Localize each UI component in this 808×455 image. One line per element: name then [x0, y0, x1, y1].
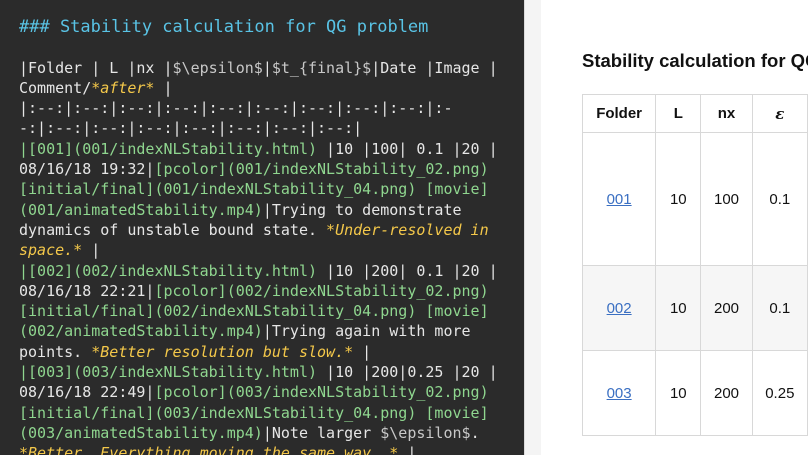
row-001-line: |[001](001/indexNLStability.html) |10 |1…: [19, 139, 514, 159]
row-values: |10 |200| 0.1 |20 |: [317, 261, 498, 280]
initial-final-link-003[interactable]: [initial/final](003/indexNLStability_04.…: [19, 403, 514, 423]
table-header-line: |Folder | L |nx |$\epsilon$|$t_{final}$|…: [19, 58, 514, 78]
row-comment: dynamics of unstable bound state.: [19, 220, 327, 239]
row-date: 08/16/18 22:21|: [19, 281, 155, 300]
column-header-epsilon: ε: [751, 94, 808, 133]
movie-link-002[interactable]: (002/animatedStability.mp4): [19, 322, 263, 340]
header-tfinal: $t_{final}$: [271, 58, 372, 77]
separator-line: -:|:--:|:--:|:--:|:--:|:--:|:--:|:--:|: [19, 119, 363, 138]
heading-line: ### Stability calculation for QG problem: [19, 17, 429, 37]
table-header-row: Folder L nx ε: [581, 94, 808, 133]
l-cell: 10: [655, 350, 702, 436]
folder-link[interactable]: 002: [607, 300, 632, 317]
header-part: |: [262, 58, 272, 77]
table-row: 003 10 200 0.25: [581, 350, 808, 436]
epsilon-cell: 0.25: [751, 350, 808, 436]
row-003-line: |[003](003/indexNLStability.html) |10 |2…: [19, 362, 514, 382]
row-emphasis: *Under-resolved in: [326, 220, 489, 239]
movie-link-001[interactable]: (001/animatedStability.mp4): [19, 201, 263, 219]
initial-final-link-001[interactable]: [initial/final](001/indexNLStability_04.…: [19, 179, 514, 199]
l-cell: 10: [655, 265, 702, 351]
nx-cell: 200: [700, 265, 753, 351]
row-comment: |Trying to demonstrate: [262, 200, 462, 219]
l-cell: 10: [655, 132, 702, 266]
row-001-line: 08/16/18 19:32|[pcolor](001/indexNLStabi…: [19, 159, 514, 179]
row-002-line: |[002](002/indexNLStability.html) |10 |2…: [19, 261, 514, 281]
pane-divider-scrollbar[interactable]: [524, 0, 542, 455]
row-001-line: dynamics of unstable bound state. *Under…: [19, 220, 514, 240]
nx-cell: 100: [700, 132, 753, 266]
row-comment: |Note larger: [262, 423, 381, 442]
row-date: 08/16/18 22:49|: [19, 383, 155, 402]
movie-link-003[interactable]: (003/animatedStability.mp4): [19, 424, 263, 442]
row-001-line: (001/animatedStability.mp4)|Trying to de…: [19, 200, 514, 220]
table-row: 001 10 100 0.1: [581, 132, 808, 266]
row-values: |10 |200|0.25 |20 |: [317, 363, 498, 382]
row-003-line: *Better. Everything moving the same way.…: [19, 443, 514, 455]
folder-link-002[interactable]: |[002](002/indexNLStability.html): [19, 262, 317, 280]
folder-cell: 003: [581, 350, 657, 436]
row-comment: points.: [19, 342, 92, 361]
row-emphasis: *Better. Everything moving the same way.…: [19, 444, 399, 455]
row-002-line: (002/animatedStability.mp4)|Trying again…: [19, 321, 514, 341]
markdown-editor[interactable]: ### Stability calculation for QG problem…: [0, 0, 524, 455]
row-002-line: points. *Better resolution but slow.* |: [19, 342, 514, 362]
initial-final-link-002[interactable]: [initial/final](002/indexNLStability_04.…: [19, 301, 514, 321]
row-epsilon: $\epsilon$: [380, 423, 471, 442]
row-003-line: 08/16/18 22:49|[pcolor](003/indexNLStabi…: [19, 382, 514, 402]
epsilon-cell: 0.1: [751, 132, 808, 266]
header-epsilon: $\epsilon$: [172, 58, 263, 77]
table-row: 002 10 200 0.1: [581, 265, 808, 351]
nx-cell: 200: [700, 350, 753, 436]
table-header-line: Comment/*after* |: [19, 78, 514, 98]
row-001-line: space.* |: [19, 240, 514, 260]
folder-link-003[interactable]: |[003](003/indexNLStability.html): [19, 363, 317, 381]
row-end: |: [398, 444, 417, 455]
row-002-line: 08/16/18 22:21|[pcolor](002/indexNLStabi…: [19, 281, 514, 301]
preview-title: Stability calculation for QG problem: [582, 50, 808, 71]
header-part: |: [154, 78, 173, 97]
column-header-l: L: [655, 94, 702, 133]
row-003-line: (003/animatedStability.mp4)|Note larger …: [19, 423, 514, 443]
column-header-folder: Folder: [581, 94, 657, 133]
row-emphasis: space.*: [19, 241, 83, 260]
pcolor-link-003[interactable]: [pcolor](003/indexNLStability_02.png): [154, 383, 488, 401]
row-end: |: [353, 342, 372, 361]
row-end: |: [82, 241, 101, 260]
folder-cell: 001: [581, 132, 657, 266]
folder-link-001[interactable]: |[001](001/indexNLStability.html): [19, 140, 317, 158]
epsilon-cell: 0.1: [751, 265, 808, 351]
row-date: 08/16/18 19:32|: [19, 160, 155, 179]
header-comment: Comment/: [19, 78, 92, 97]
editor-text[interactable]: ### Stability calculation for QG problem…: [19, 17, 514, 455]
pcolor-link-001[interactable]: [pcolor](001/indexNLStability_02.png): [154, 160, 488, 178]
column-header-nx: nx: [700, 94, 753, 133]
header-after-emphasis: *after*: [91, 78, 155, 97]
pcolor-link-002[interactable]: [pcolor](002/indexNLStability_02.png): [154, 282, 488, 300]
row-comment: .: [470, 423, 480, 442]
row-emphasis: *Better resolution but slow.*: [91, 342, 354, 361]
folder-link[interactable]: 001: [607, 191, 632, 208]
folder-cell: 002: [581, 265, 657, 351]
separator-line: |:--:|:--:|:--:|:--:|:--:|:--:|:--:|:--:…: [19, 99, 453, 118]
header-part: |Date |Image |: [371, 58, 498, 77]
preview-table: Folder L nx ε 001 10 100 0.1 002 10 200 …: [581, 94, 808, 436]
markdown-preview: Stability calculation for QG problem Fol…: [541, 0, 808, 455]
header-part: |Folder | L |nx |: [19, 58, 173, 77]
row-values: |10 |100| 0.1 |20 |: [317, 139, 498, 158]
folder-link[interactable]: 003: [607, 385, 632, 402]
row-comment: |Trying again with more: [262, 322, 471, 341]
